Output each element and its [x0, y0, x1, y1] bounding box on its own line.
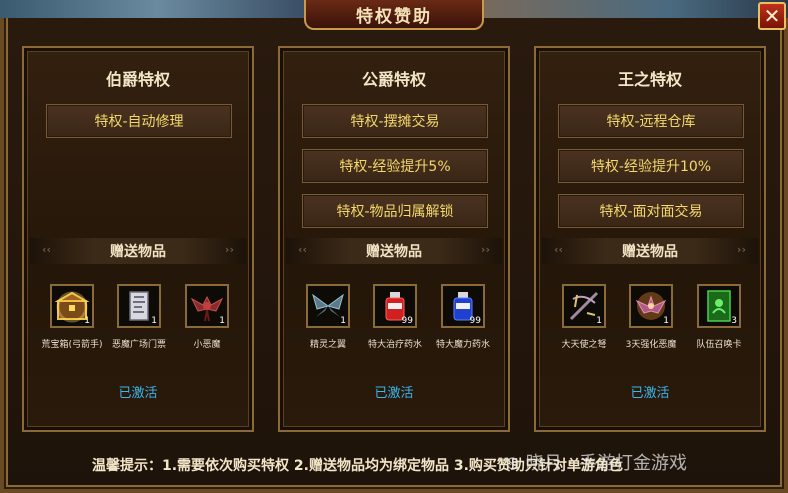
privilege-face-trade[interactable]: 特权-面对面交易	[558, 194, 744, 228]
right-arrow-icon: ››	[736, 243, 746, 256]
activation-status: 已激活	[374, 386, 414, 401]
item-count: 99	[469, 316, 481, 326]
item-slot-crossbow[interactable]: 1	[562, 284, 606, 328]
item-count: 1	[340, 316, 346, 326]
item-count: 1	[84, 316, 90, 326]
privilege-stall-trade[interactable]: 特权-摆摊交易	[302, 104, 488, 138]
gift-label: 赠送物品	[110, 244, 166, 260]
panel-title: 伯爵特权	[105, 70, 170, 89]
item-name: 小恶魔	[193, 340, 221, 350]
panel-title: 公爵特权	[361, 70, 426, 89]
panel-king: 王之特权 特权-远程仓库 特权-经验提升10% 特权-面对面交易 ‹‹ 赠送物品…	[534, 46, 766, 432]
window-title-plate: 特权赞助	[304, 0, 484, 30]
item-name: 特大魔力药水	[435, 340, 490, 350]
close-button[interactable]: ✕	[758, 2, 786, 30]
item-slot-red-potion[interactable]: 99	[373, 284, 417, 328]
item-slot-elf-wings[interactable]: 1	[306, 284, 350, 328]
window-title: 特权赞助	[356, 6, 432, 27]
gift-section-header: ‹‹ 赠送物品 ››	[286, 238, 502, 264]
privilege-auto-repair[interactable]: 特权-自动修理	[46, 104, 232, 138]
item-slot-summon-card[interactable]: 3	[697, 284, 741, 328]
item-count: 1	[151, 316, 157, 326]
item-count: 99	[401, 316, 413, 326]
left-arrow-icon: ‹‹	[42, 243, 52, 256]
privilege-item-unlock[interactable]: 特权-物品归属解锁	[302, 194, 488, 228]
panel-duke: 公爵特权 特权-摆摊交易 特权-经验提升5% 特权-物品归属解锁 ‹‹ 赠送物品…	[278, 46, 510, 432]
activation-status: 已激活	[630, 386, 670, 401]
privilege-exp-boost-10[interactable]: 特权-经验提升10%	[558, 149, 744, 183]
item-slot-imp[interactable]: 1	[185, 284, 229, 328]
watermark: ⊛ 晓月 · 手游打金游戏	[505, 453, 687, 474]
gift-label: 赠送物品	[366, 244, 422, 260]
item-count: 3	[731, 316, 737, 326]
left-arrow-icon: ‹‹	[298, 243, 308, 256]
activation-status: 已激活	[118, 386, 158, 401]
right-arrow-icon: ››	[224, 243, 234, 256]
item-slot-treasure-chest[interactable]: 1	[50, 284, 94, 328]
gift-label: 赠送物品	[622, 244, 678, 260]
item-slot-blue-potion[interactable]: 99	[441, 284, 485, 328]
close-icon: ✕	[763, 4, 781, 28]
item-slot-demon[interactable]: 1	[629, 284, 673, 328]
item-count: 1	[663, 316, 669, 326]
privilege-exp-boost-5[interactable]: 特权-经验提升5%	[302, 149, 488, 183]
item-slot-ticket[interactable]: 1	[117, 284, 161, 328]
item-count: 1	[596, 316, 602, 326]
left-arrow-icon: ‹‹	[554, 243, 564, 256]
panel-count: 伯爵特权 特权-自动修理 ‹‹ 赠送物品 ›› 1 1 1 荒宝箱(弓箭手) 恶…	[22, 46, 254, 432]
gift-section-header: ‹‹ 赠送物品 ››	[30, 238, 246, 264]
item-name: 队伍召唤卡	[696, 340, 742, 350]
privilege-remote-storage[interactable]: 特权-远程仓库	[558, 104, 744, 138]
gift-section-header: ‹‹ 赠送物品 ››	[542, 238, 758, 264]
right-arrow-icon: ››	[480, 243, 490, 256]
panel-title: 王之特权	[617, 70, 682, 89]
item-count: 1	[219, 316, 225, 326]
